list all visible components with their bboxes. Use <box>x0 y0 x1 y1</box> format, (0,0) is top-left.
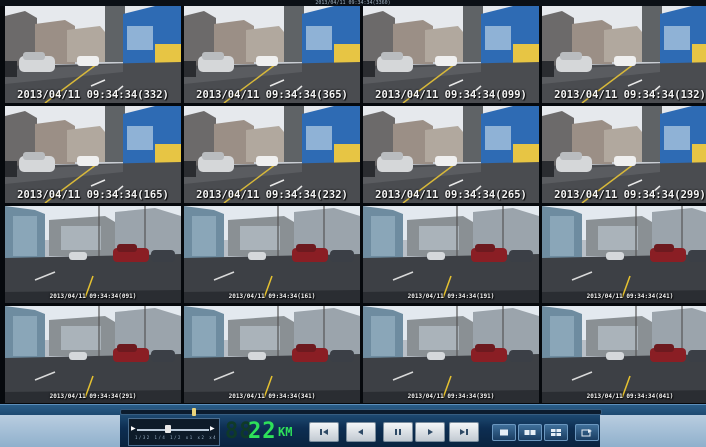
play-icon <box>428 429 433 435</box>
camera-frame-image <box>5 206 181 303</box>
camera-tile[interactable]: 2013/04/11 09:34:34(132) <box>542 6 706 103</box>
tile-timestamp: 2013/04/11 09:34:34(391) <box>407 393 495 400</box>
tile-timestamp: 2013/04/11 09:34:34(332) <box>17 89 169 101</box>
skip-start-icon <box>320 429 328 435</box>
single-view-button[interactable] <box>492 424 516 441</box>
seek-bar[interactable] <box>120 408 602 416</box>
tile-timestamp: 2013/04/11 09:34:34(165) <box>17 189 169 201</box>
seek-knob[interactable] <box>192 408 197 416</box>
playback-control-bar: ▶ ▶ 1/32 1/4 1/2 x1 x2 x4 88 22 KM <box>0 404 706 447</box>
camera-tile[interactable]: 2013/04/11 09:34:34(265) <box>363 106 539 203</box>
camera-tile[interactable]: 2013/04/11 09:34:34(299) <box>542 106 706 203</box>
bar-left-panel <box>0 415 120 447</box>
camera-frame-image <box>542 206 706 303</box>
speed-slider-ticks: 1/32 1/4 1/2 x1 x2 x4 <box>135 435 218 440</box>
pause-button[interactable] <box>383 422 413 442</box>
export-icon <box>581 429 592 437</box>
quad-view-button[interactable] <box>544 424 568 441</box>
camera-tile[interactable]: 2013/04/11 09:34:34(332) <box>5 6 181 103</box>
camera-frame-image <box>542 306 706 403</box>
play-button[interactable] <box>415 422 445 442</box>
step-back-icon <box>358 429 363 435</box>
camera-tile[interactable]: 2013/04/11 09:34:34(341) <box>184 306 360 403</box>
skip-end-icon <box>460 429 468 435</box>
bar-right-panel <box>600 415 706 447</box>
skip-start-button[interactable] <box>309 422 339 442</box>
camera-tile[interactable]: 2013/04/11 09:34:34(041) <box>542 306 706 403</box>
tile-timestamp: 2013/04/11 09:34:34(091) <box>49 293 137 300</box>
speed-unit: KM <box>278 425 293 439</box>
tile-timestamp: 2013/04/11 09:34:34(099) <box>375 89 527 101</box>
pause-icon <box>395 429 401 435</box>
slider-forward-icon[interactable]: ▶ <box>210 425 215 432</box>
tile-timestamp: 2013/04/11 09:34:34(041) <box>586 393 674 400</box>
slider-play-icon[interactable]: ▶ <box>131 425 136 432</box>
step-back-button[interactable] <box>346 422 376 442</box>
camera-tile[interactable]: 2013/04/11 09:34:34(291) <box>5 306 181 403</box>
speed-value: 22 <box>248 419 277 444</box>
tile-timestamp: 2013/04/11 09:34:34(161) <box>228 293 316 300</box>
camera-frame-image <box>184 206 360 303</box>
video-grid: 2013/04/11 09:34:34(332) 2013/04/11 09:3… <box>0 6 706 403</box>
skip-end-button[interactable] <box>449 422 479 442</box>
camera-tile[interactable]: 2013/04/11 09:34:34(191) <box>363 206 539 303</box>
camera-frame-image <box>363 206 539 303</box>
camera-frame-image <box>184 306 360 403</box>
camera-tile[interactable]: 2013/04/11 09:34:34(365) <box>184 6 360 103</box>
tile-timestamp: 2013/04/11 09:34:34(291) <box>49 393 137 400</box>
camera-tile[interactable]: 2013/04/11 09:34:34(161) <box>184 206 360 303</box>
playback-speed-slider[interactable]: ▶ ▶ 1/32 1/4 1/2 x1 x2 x4 <box>128 418 220 446</box>
camera-frame-image <box>363 306 539 403</box>
speed-readout: 88 22 KM <box>225 419 295 444</box>
quad-view-icon <box>551 429 561 436</box>
tile-timestamp: 2013/04/11 09:34:34(241) <box>586 293 674 300</box>
tile-timestamp: 2013/04/11 09:34:34(299) <box>554 189 706 201</box>
tile-timestamp: 2013/04/11 09:34:34(191) <box>407 293 495 300</box>
speed-slider-knob[interactable] <box>165 425 171 433</box>
dual-view-icon <box>524 430 536 435</box>
camera-tile[interactable]: 2013/04/11 09:34:34(165) <box>5 106 181 203</box>
camera-tile[interactable]: 2013/04/11 09:34:34(091) <box>5 206 181 303</box>
camera-tile[interactable]: 2013/04/11 09:34:34(391) <box>363 306 539 403</box>
dual-view-button[interactable] <box>518 424 542 441</box>
export-button[interactable] <box>575 424 599 441</box>
tile-timestamp: 2013/04/11 09:34:34(265) <box>375 189 527 201</box>
tile-timestamp: 2013/04/11 09:34:34(232) <box>196 189 348 201</box>
speed-slider-track[interactable] <box>137 429 209 431</box>
camera-tile[interactable]: 2013/04/11 09:34:34(241) <box>542 206 706 303</box>
single-view-icon <box>500 429 508 436</box>
tile-timestamp: 2013/04/11 09:34:34(365) <box>196 89 348 101</box>
camera-frame-image <box>5 306 181 403</box>
tile-timestamp: 2013/04/11 09:34:34(341) <box>228 393 316 400</box>
camera-tile[interactable]: 2013/04/11 09:34:34(099) <box>363 6 539 103</box>
camera-tile[interactable]: 2013/04/11 09:34:34(232) <box>184 106 360 203</box>
tile-timestamp: 2013/04/11 09:34:34(132) <box>554 89 706 101</box>
